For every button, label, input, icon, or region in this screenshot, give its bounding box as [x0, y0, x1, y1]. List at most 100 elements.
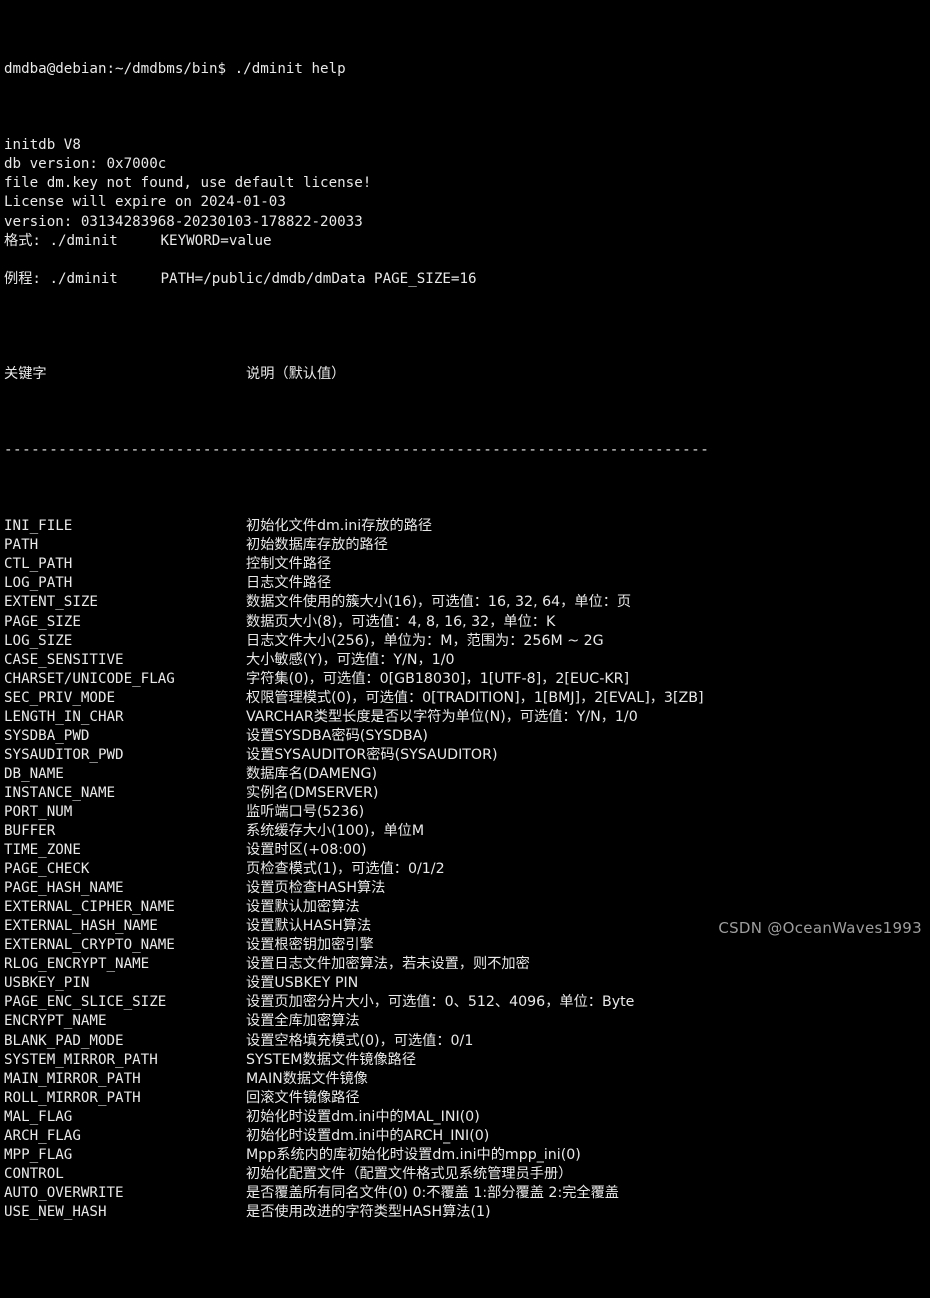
description-cell: 初始化时设置dm.ini中的ARCH_INI(0) — [246, 1127, 490, 1144]
table-row: MPP_FLAG Mpp系统内的库初始化时设置dm.ini中的mpp_ini(0) — [4, 1146, 930, 1165]
command-output-header: initdb V8 db version: 0x7000c file dm.key … — [4, 136, 930, 307]
table-row: PAGE_HASH_NAME 设置页检查HASH算法 — [4, 879, 930, 898]
output-line: version: 03134283968-20230103-178822-200… — [4, 213, 363, 230]
description-cell: 设置时区(+08:00) — [246, 842, 367, 859]
description-cell: 页检查模式(1)，可选值：0/1/2 — [246, 861, 445, 878]
table-row: LENGTH_IN_CHAR VARCHAR类型长度是否以字符为单位(N)，可选值… — [4, 708, 930, 727]
table-row: CONTROL 初始化配置文件（配置文件格式见系统管理员手册） — [4, 1165, 930, 1184]
keyword-cell: BLANK_PAD_MODE — [4, 1032, 124, 1049]
table-row: RLOG_ENCRYPT_NAME 设置日志文件加密算法，若未设置，则不加密 — [4, 955, 930, 974]
description-cell: MAIN数据文件镜像 — [246, 1070, 368, 1087]
description-cell: 是否使用改进的字符类型HASH算法(1) — [246, 1203, 491, 1220]
output-line: db version: 0x7000c — [4, 156, 167, 173]
keyword-cell: BUFFER — [4, 823, 56, 840]
column-header-keyword: 关键字 — [4, 365, 47, 382]
table-row: LOG_SIZE 日志文件大小(256)，单位为：M，范围为：256M ~ 2G — [4, 632, 930, 651]
table-row: SYSAUDITOR_PWD 设置SYSAUDITOR密码(SYSAUDITOR) — [4, 746, 930, 765]
description-cell: 系统缓存大小(100)，单位M — [246, 823, 425, 840]
table-row: PAGE_ENC_SLICE_SIZE 设置页加密分片大小，可选值：0、512、4… — [4, 993, 930, 1012]
table-row: TIME_ZONE 设置时区(+08:00) — [4, 841, 930, 860]
table-row: INSTANCE_NAME 实例名(DMSERVER) — [4, 784, 930, 803]
table-row: BUFFER 系统缓存大小(100)，单位M — [4, 822, 930, 841]
output-line: License will expire on 2024-01-03 — [4, 194, 286, 211]
description-cell: 控制文件路径 — [246, 556, 332, 573]
keyword-cell: CTL_PATH — [4, 556, 73, 573]
table-row: PAGE_CHECK 页检查模式(1)，可选值：0/1/2 — [4, 860, 930, 879]
table-row: SYSTEM_MIRROR_PATH SYSTEM数据文件镜像路径 — [4, 1051, 930, 1070]
table-row: ROLL_MIRROR_PATH 回滚文件镜像路径 — [4, 1089, 930, 1108]
keyword-cell: EXTERNAL_HASH_NAME — [4, 918, 158, 935]
description-cell: 初始数据库存放的路径 — [246, 537, 388, 554]
table-row: ENCRYPT_NAME 设置全库加密算法 — [4, 1012, 930, 1031]
description-cell: 数据库名(DAMENG) — [246, 765, 378, 782]
keyword-cell: PORT_NUM — [4, 803, 73, 820]
keyword-cell: SYSDBA_PWD — [4, 727, 90, 744]
description-cell: 设置默认加密算法 — [246, 899, 360, 916]
table-separator-rule: ----------------------------------------… — [4, 442, 710, 459]
output-line: 格式: ./dminit KEYWORD=value — [4, 232, 272, 249]
table-row: CASE_SENSITIVE 大小敏感(Y)，可选值：Y/N，1/0 — [4, 651, 930, 670]
description-cell: 数据页大小(8)，可选值：4, 8, 16, 32，单位：K — [246, 613, 556, 630]
table-row: CTL_PATH 控制文件路径 — [4, 555, 930, 574]
description-cell: 大小敏感(Y)，可选值：Y/N，1/0 — [246, 651, 455, 668]
table-row: ARCH_FLAG 初始化时设置dm.ini中的ARCH_INI(0) — [4, 1127, 930, 1146]
keyword-cell: CASE_SENSITIVE — [4, 651, 124, 668]
description-cell: 设置页检查HASH算法 — [246, 880, 386, 897]
keyword-cell: LENGTH_IN_CHAR — [4, 708, 124, 725]
table-row: USE_NEW_HASH 是否使用改进的字符类型HASH算法(1) — [4, 1203, 930, 1222]
csdn-watermark: CSDN @OceanWaves1993 — [718, 918, 922, 937]
description-cell: Mpp系统内的库初始化时设置dm.ini中的mpp_ini(0) — [246, 1146, 581, 1163]
keyword-cell: PAGE_HASH_NAME — [4, 880, 124, 897]
table-row: PAGE_SIZE 数据页大小(8)，可选值：4, 8, 16, 32，单位：K — [4, 613, 930, 632]
table-row: MAL_FLAG 初始化时设置dm.ini中的MAL_INI(0) — [4, 1108, 930, 1127]
output-line: initdb V8 — [4, 137, 81, 154]
table-row: EXTENT_SIZE 数据文件使用的簇大小(16)，可选值：16, 32, 64… — [4, 593, 930, 612]
table-row: EXTERNAL_CIPHER_NAME 设置默认加密算法 — [4, 898, 930, 917]
description-cell: 初始化时设置dm.ini中的MAL_INI(0) — [246, 1108, 480, 1125]
description-cell: 设置根密钥加密引擎 — [246, 937, 374, 954]
keyword-cell: DB_NAME — [4, 765, 64, 782]
description-cell: 设置空格填充模式(0)，可选值：0/1 — [246, 1032, 474, 1049]
table-header-row: 关键字 说明（默认值） — [4, 365, 930, 384]
keyword-cell: USE_NEW_HASH — [4, 1203, 107, 1220]
output-line: 例程: ./dminit PATH=/public/dmdb/dmData PA… — [4, 270, 477, 287]
keyword-cell: USBKEY_PIN — [4, 975, 90, 992]
keyword-cell: CHARSET/UNICODE_FLAG — [4, 670, 175, 687]
table-row: INI_FILE 初始化文件dm.ini存放的路径 — [4, 517, 930, 536]
keyword-cell: PATH — [4, 537, 39, 554]
keyword-cell: LOG_SIZE — [4, 632, 73, 649]
shell-prompt-line: dmdba@debian:~/dmdbms/bin$ ./dminit help — [4, 61, 346, 78]
table-row: AUTO_OVERWRITE 是否覆盖所有同名文件(0) 0:不覆盖 1:部分覆盖… — [4, 1184, 930, 1203]
keyword-cell: EXTENT_SIZE — [4, 594, 98, 611]
keyword-cell: PAGE_ENC_SLICE_SIZE — [4, 994, 167, 1011]
description-cell: 实例名(DMSERVER) — [246, 784, 379, 801]
description-cell: 设置页加密分片大小，可选值：0、512、4096，单位：Byte — [246, 994, 635, 1011]
keyword-cell: EXTERNAL_CRYPTO_NAME — [4, 937, 175, 954]
description-cell: 是否覆盖所有同名文件(0) 0:不覆盖 1:部分覆盖 2:完全覆盖 — [246, 1184, 619, 1201]
description-cell: 权限管理模式(0)，可选值：0[TRADITION]，1[BMJ]，2[EVAL… — [246, 689, 704, 706]
description-cell: VARCHAR类型长度是否以字符为单位(N)，可选值：Y/N，1/0 — [246, 708, 638, 725]
keyword-cell: SYSAUDITOR_PWD — [4, 746, 124, 763]
keyword-cell: CONTROL — [4, 1165, 64, 1182]
description-cell: 设置SYSAUDITOR密码(SYSAUDITOR) — [246, 746, 498, 763]
description-cell: 初始化配置文件（配置文件格式见系统管理员手册） — [246, 1165, 573, 1182]
description-cell: 初始化文件dm.ini存放的路径 — [246, 518, 433, 535]
keyword-cell: SYSTEM_MIRROR_PATH — [4, 1051, 158, 1068]
keyword-cell: MAIN_MIRROR_PATH — [4, 1070, 141, 1087]
keyword-cell: EXTERNAL_CIPHER_NAME — [4, 899, 175, 916]
table-row: PATH 初始数据库存放的路径 — [4, 536, 930, 555]
table-row: CHARSET/UNICODE_FLAG 字符集(0)，可选值：0[GB18030… — [4, 670, 930, 689]
terminal-window[interactable]: dmdba@debian:~/dmdbms/bin$ ./dminit help… — [0, 0, 930, 1220]
table-row: USBKEY_PIN 设置USBKEY PIN — [4, 974, 930, 993]
description-cell: 数据文件使用的簇大小(16)，可选值：16, 32, 64，单位：页 — [246, 594, 632, 611]
table-row: SEC_PRIV_MODE 权限管理模式(0)，可选值：0[TRADITION]，… — [4, 689, 930, 708]
table-row: LOG_PATH 日志文件路径 — [4, 574, 930, 593]
description-cell: 日志文件大小(256)，单位为：M，范围为：256M ~ 2G — [246, 632, 604, 649]
keyword-table: INI_FILE 初始化文件dm.ini存放的路径 PATH 初始数据库存放的路径 CT… — [4, 517, 930, 1222]
description-cell: 日志文件路径 — [246, 575, 332, 592]
keyword-cell: RLOG_ENCRYPT_NAME — [4, 956, 150, 973]
keyword-cell: INSTANCE_NAME — [4, 784, 116, 801]
description-cell: 设置USBKEY PIN — [246, 975, 359, 992]
